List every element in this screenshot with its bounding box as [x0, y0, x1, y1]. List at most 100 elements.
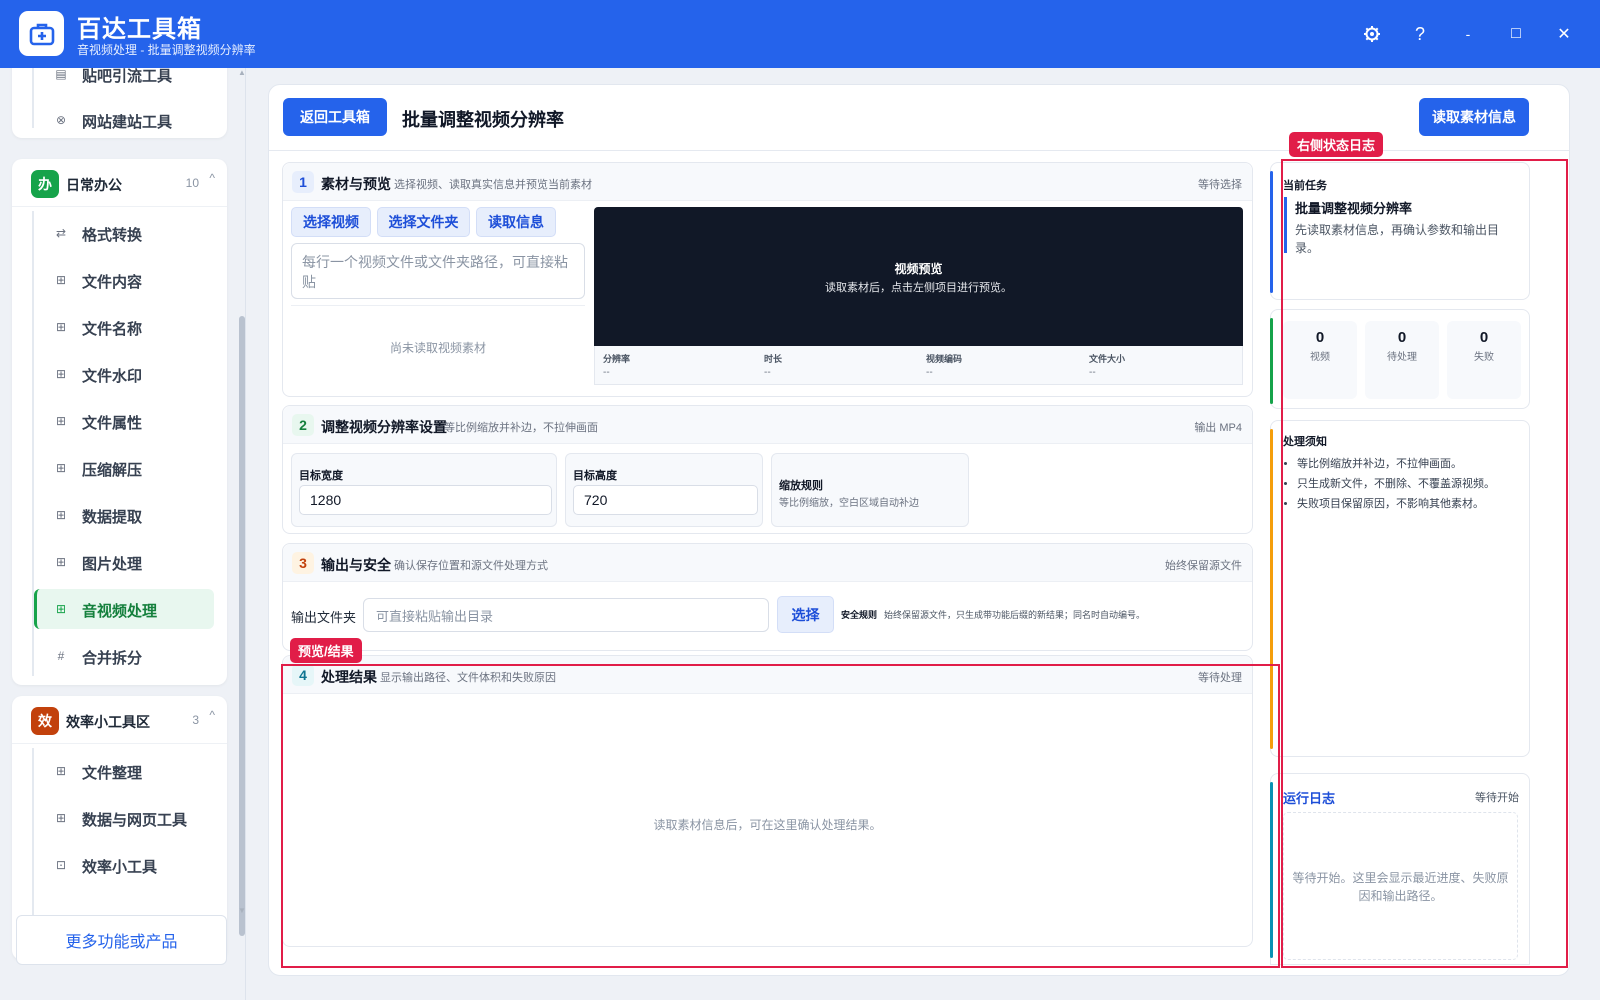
- sidebar-item-label: 文件整理: [82, 765, 143, 782]
- grid-icon: ⊞: [55, 602, 67, 616]
- section-desc: 选择视频、读取真实信息并预览当前素材: [394, 179, 592, 191]
- target-width-label: 目标宽度: [299, 470, 343, 482]
- sidebar-item-watermark[interactable]: ⊞ 文件水印: [24, 354, 220, 394]
- sidebar-item-label: 文件属性: [82, 415, 143, 432]
- sidebar-scrollbar[interactable]: [239, 76, 245, 936]
- group-name: 效率小工具区: [66, 714, 150, 730]
- sidebar-item-label: 网站建站工具: [82, 114, 173, 131]
- meta-duration: 时长 --: [764, 352, 914, 378]
- grid-icon: ⊞: [55, 414, 67, 428]
- chevron-up-icon[interactable]: ^: [209, 171, 215, 185]
- toolbox-logo-icon: [19, 11, 64, 56]
- title-bar: 百达工具箱 音视频处理 - 批量调整视频分辨率 ? - □ ✕: [0, 0, 1600, 68]
- annotation-box-preview-result: [281, 664, 1280, 968]
- sidebar-item-attributes[interactable]: ⊞ 文件属性: [24, 401, 220, 441]
- video-preview[interactable]: 视频预览 读取素材后，点击左侧项目进行预览。: [594, 207, 1243, 346]
- sidebar-item-label: 格式转换: [82, 227, 143, 244]
- section-desc: 确认保存位置和源文件处理方式: [394, 560, 548, 572]
- select-video-button[interactable]: 选择视频: [291, 207, 371, 237]
- sidebar-item-label: 文件内容: [82, 274, 143, 291]
- sidebar-item-label: 效率小工具: [82, 859, 158, 876]
- sidebar-item-organize[interactable]: ⊞ 文件整理: [24, 751, 220, 791]
- sidebar-item-filename[interactable]: ⊞ 文件名称: [24, 307, 220, 347]
- sidebar-item-efficiency-tools[interactable]: ⊡ 效率小工具: [24, 845, 220, 885]
- section-status: 输出 MP4: [1194, 422, 1242, 434]
- close-button[interactable]: ✕: [1550, 20, 1578, 48]
- sidebar-item-label: 数据与网页工具: [82, 812, 188, 829]
- hash-icon: #: [57, 649, 65, 663]
- section-material-preview: 1 素材与预览 选择视频、读取真实信息并预览当前素材 等待选择 选择视频 选择文…: [282, 162, 1253, 397]
- group-badge: 办: [31, 170, 59, 198]
- chevron-up-icon[interactable]: ^: [209, 708, 215, 722]
- scroll-down-arrow[interactable]: ▼: [238, 906, 245, 915]
- sidebar-item-format[interactable]: ⇄ 格式转换: [24, 213, 220, 253]
- minimize-button[interactable]: -: [1454, 20, 1482, 48]
- grid-icon: ⊞: [55, 555, 67, 569]
- read-info-button[interactable]: 读取信息: [476, 207, 556, 237]
- grid-icon: ⊞: [55, 273, 67, 287]
- group-badge: 效: [31, 707, 59, 735]
- target-width-input[interactable]: 1280: [299, 485, 552, 515]
- annotation-box-right-log: [1281, 159, 1568, 968]
- more-products-button[interactable]: 更多功能或产品: [16, 915, 227, 965]
- sidebar-item-data-web[interactable]: ⊞ 数据与网页工具: [24, 798, 220, 838]
- section-header: 1 素材与预览 选择视频、读取真实信息并预览当前素材 等待选择: [283, 163, 1252, 201]
- safety-rule-label: 安全规则: [841, 610, 878, 620]
- help-button[interactable]: ?: [1406, 20, 1434, 48]
- section-number: 3: [292, 552, 314, 574]
- scrollbar-thumb[interactable]: [239, 316, 245, 936]
- meta-resolution: 分辨率 --: [603, 352, 753, 378]
- grid-icon: ⊞: [55, 367, 67, 381]
- sidebar: ▤ 贴吧引流工具 ⊗ 网站建站工具 办 日常办公 10 ^ ⇄ 格式转换 ⊞ 文…: [0, 68, 246, 1000]
- group-count: 10: [185, 176, 199, 190]
- app-subtitle: 音视频处理 - 批量调整视频分辨率: [77, 43, 256, 57]
- choose-folder-button[interactable]: 选择: [777, 596, 834, 633]
- meta-label: 视频编码: [926, 354, 963, 364]
- sidebar-item-label: 文件名称: [82, 321, 143, 338]
- group-header-office[interactable]: 办 日常办公 10 ^: [12, 159, 227, 207]
- meta-value: --: [926, 367, 933, 378]
- target-height-input[interactable]: 720: [573, 485, 758, 515]
- group-name: 日常办公: [66, 177, 122, 193]
- scale-rule-desc: 等比例缩放，空白区域自动补边: [779, 498, 919, 509]
- meta-codec: 视频编码 --: [926, 352, 1076, 378]
- safety-rule-desc: 始终保留源文件，只生成带功能后缀的新结果；同名时自动编号。: [884, 610, 1146, 620]
- output-folder-input[interactable]: 可直接粘贴输出目录: [363, 598, 769, 632]
- web-icon: ⊗: [55, 113, 67, 127]
- settings-button[interactable]: [1358, 20, 1386, 48]
- scale-rule-label: 缩放规则: [779, 480, 823, 492]
- sidebar-item-label: 图片处理: [82, 556, 143, 573]
- maximize-button[interactable]: □: [1502, 20, 1530, 48]
- group-header-efficiency[interactable]: 效 效率小工具区 3 ^: [12, 696, 227, 744]
- paths-textarea[interactable]: 每行一个视频文件或文件夹路径，可直接粘贴: [291, 243, 585, 299]
- section-title: 调整视频分辨率设置: [321, 419, 447, 435]
- page-title: 批量调整视频分辨率: [402, 110, 564, 130]
- output-folder-label: 输出文件夹: [291, 610, 357, 625]
- meta-value: --: [603, 367, 610, 378]
- sidebar-item-tieba[interactable]: ▤ 贴吧引流工具: [24, 68, 220, 94]
- read-material-info-button[interactable]: 读取素材信息: [1419, 98, 1529, 136]
- sidebar-item-compress[interactable]: ⊞ 压缩解压: [24, 448, 220, 488]
- sidebar-item-image[interactable]: ⊞ 图片处理: [24, 542, 220, 582]
- meta-filesize: 文件大小 --: [1089, 352, 1239, 378]
- scale-rule-card: 缩放规则 等比例缩放，空白区域自动补边: [771, 453, 969, 527]
- sidebar-item-website[interactable]: ⊗ 网站建站工具: [24, 100, 220, 140]
- sidebar-item-merge[interactable]: # 合并拆分: [24, 636, 220, 676]
- section-number: 2: [292, 414, 314, 436]
- video-meta-row: 分辨率 -- 时长 -- 视频编码 -- 文件大小 --: [594, 346, 1243, 385]
- meta-label: 时长: [764, 354, 783, 364]
- grid-icon: ⊞: [55, 811, 67, 825]
- preview-title: 视频预览: [894, 262, 943, 276]
- section-status: 等待选择: [1198, 179, 1242, 191]
- divider: [291, 305, 585, 306]
- sidebar-item-content[interactable]: ⊞ 文件内容: [24, 260, 220, 300]
- annotation-tag-right-log: 右侧状态日志: [1289, 132, 1384, 157]
- toolbox-icon: ⊡: [55, 858, 67, 872]
- section-header: 3 输出与安全 确认保存位置和源文件处理方式 始终保留源文件: [283, 544, 1252, 582]
- sidebar-item-extract[interactable]: ⊞ 数据提取: [24, 495, 220, 535]
- sidebar-item-label: 贴吧引流工具: [82, 68, 173, 85]
- select-folder-button[interactable]: 选择文件夹: [377, 207, 470, 237]
- sidebar-item-av[interactable]: ⊞ 音视频处理: [34, 589, 214, 629]
- back-to-toolbox-button[interactable]: 返回工具箱: [283, 98, 387, 136]
- target-height-label: 目标高度: [573, 470, 617, 482]
